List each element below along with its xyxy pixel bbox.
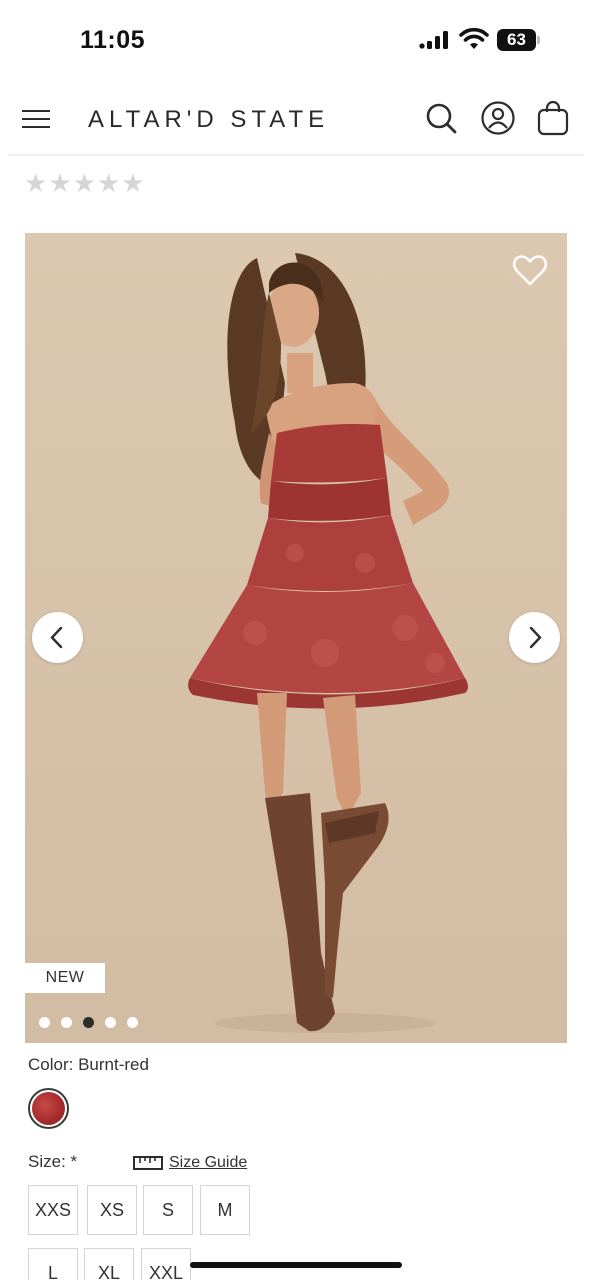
header-divider	[8, 154, 584, 156]
size-guide-label: Size Guide	[169, 1154, 248, 1171]
pagination-dot[interactable]	[39, 1017, 50, 1028]
search-icon[interactable]	[423, 100, 459, 136]
home-indicator[interactable]	[190, 1262, 402, 1268]
star-icon: ★	[72, 168, 96, 198]
chevron-left-icon	[50, 626, 63, 649]
star-icon: ★	[24, 168, 48, 198]
pagination-dot-active[interactable]	[83, 1017, 94, 1028]
star-icon: ★	[96, 168, 121, 198]
pagination-dot[interactable]	[105, 1017, 116, 1028]
wifi-icon	[459, 27, 489, 49]
size-option[interactable]: XL	[84, 1248, 134, 1280]
chevron-right-icon	[529, 626, 542, 649]
product-photo	[25, 233, 567, 1043]
next-image-button[interactable]	[509, 612, 560, 663]
size-option[interactable]: M	[200, 1185, 250, 1235]
size-label: Size: *	[28, 1152, 78, 1171]
ruler-icon	[133, 1156, 163, 1170]
size-option[interactable]: L	[28, 1248, 78, 1280]
size-option[interactable]: XXS	[28, 1185, 78, 1235]
image-pagination[interactable]	[39, 1017, 138, 1029]
battery-percent: 63	[507, 30, 526, 49]
heart-icon[interactable]	[512, 253, 548, 287]
battery-icon: 63	[497, 29, 541, 51]
size-option[interactable]: XXL	[141, 1248, 191, 1280]
status-bar: 11:05 63	[0, 0, 592, 80]
product-image-gallery[interactable]: NEW	[25, 233, 567, 1043]
hamburger-icon[interactable]	[22, 106, 52, 132]
size-option[interactable]: XS	[87, 1185, 137, 1235]
pagination-dot[interactable]	[61, 1017, 72, 1028]
color-swatch-burnt-red[interactable]	[28, 1088, 69, 1129]
star-icon: ★	[48, 168, 72, 198]
new-badge: NEW	[25, 963, 105, 993]
color-label: Color: Burnt-red	[28, 1055, 149, 1074]
cellular-signal-icon	[419, 31, 448, 49]
user-icon[interactable]	[480, 100, 516, 136]
previous-image-button[interactable]	[32, 612, 83, 663]
shopping-bag-icon[interactable]	[535, 100, 571, 136]
size-guide-link[interactable]: Size Guide	[133, 1153, 247, 1173]
site-header: ALTAR'D STATE	[0, 88, 592, 152]
size-option[interactable]: S	[143, 1185, 193, 1235]
brand-logo[interactable]: ALTAR'D STATE	[88, 106, 329, 134]
pagination-dot[interactable]	[127, 1017, 138, 1028]
status-time: 11:05	[80, 26, 146, 54]
star-icon: ★	[121, 168, 145, 198]
product-rating[interactable]: ★ ★ ★ ★ ★	[24, 170, 145, 196]
